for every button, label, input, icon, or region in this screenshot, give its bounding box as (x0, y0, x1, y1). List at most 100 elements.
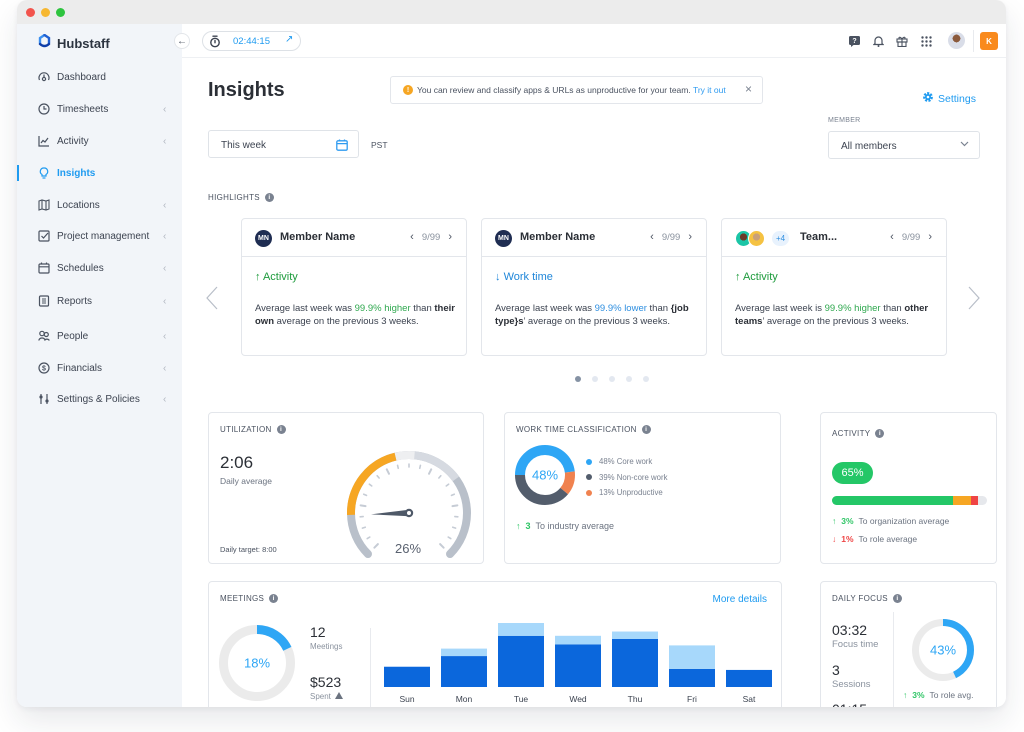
chevron-left-icon[interactable]: ‹ (163, 136, 166, 147)
chevron-left-icon[interactable]: ‹ (163, 363, 166, 374)
x-tick-label: Sun (399, 694, 414, 704)
chevron-left-icon[interactable]: ‹ (163, 104, 166, 115)
legend-item: 39% Non-core work (586, 470, 667, 486)
sidebar-item-label: Timesheets (57, 103, 109, 115)
collapse-sidebar-button[interactable]: ← (174, 33, 190, 49)
sidebar-item-activity[interactable]: Activity ‹ (17, 129, 182, 153)
pagination-dot[interactable] (592, 376, 598, 382)
info-icon[interactable]: i (269, 594, 279, 603)
pager-prev-button[interactable]: ‹ (410, 231, 414, 243)
activity-trend: ↑ 3% To organization average (832, 516, 949, 526)
sidebar-item-people[interactable]: People ‹ (17, 324, 182, 348)
trend-up-icon: ↑ (903, 690, 908, 700)
pagination-dot[interactable] (609, 376, 615, 382)
donut-center-label: 48% (532, 468, 558, 483)
sidebar-item-dashboard[interactable]: Dashboard (17, 65, 182, 89)
chevron-left-icon[interactable]: ‹ (163, 263, 166, 274)
sidebar-item-insights[interactable]: Insights (17, 161, 182, 185)
gear-icon (922, 91, 934, 106)
main-content: Insights ! You can review and classify a… (182, 58, 1006, 707)
sidebar-item-reports[interactable]: Reports ‹ (17, 289, 182, 313)
chevron-left-icon[interactable]: ‹ (163, 231, 166, 242)
organization-avatar[interactable]: K (980, 32, 998, 50)
pager-prev-button[interactable]: ‹ (890, 231, 894, 243)
meetings-count: 12 (310, 624, 326, 640)
gauge-tick (447, 536, 452, 540)
warning-triangle-icon[interactable] (334, 692, 343, 701)
highlights-prev-button[interactable] (206, 286, 218, 317)
chevron-left-icon[interactable]: ‹ (163, 296, 166, 307)
gauge-tick (373, 543, 379, 549)
chevron-left-icon[interactable]: ‹ (163, 200, 166, 211)
sidebar-item-timesheets[interactable]: Timesheets ‹ (17, 97, 182, 121)
highlight-card: +4 Team... ‹ 9/99 › ↑ Activity Average last we… (721, 218, 947, 356)
pagination-dot[interactable] (626, 376, 632, 382)
svg-text:?: ? (852, 38, 856, 45)
chevron-left-icon[interactable]: ‹ (163, 394, 166, 405)
window-maximize-button[interactable] (56, 8, 65, 17)
sidebar-item-schedules[interactable]: Schedules ‹ (17, 256, 182, 280)
highlights-next-button[interactable] (968, 286, 980, 317)
gauge-tick (361, 526, 367, 529)
member-select-value: All members (841, 141, 897, 152)
banner-message: You can review and classify apps & URLs … (417, 85, 726, 95)
window-titlebar (17, 0, 1006, 24)
info-icon[interactable]: i (264, 193, 274, 202)
timer-widget[interactable]: 02:44:15 ↗ (202, 31, 301, 51)
bell-icon[interactable] (871, 34, 885, 48)
trend-text: To industry average (535, 521, 615, 531)
window-minimize-button[interactable] (41, 8, 50, 17)
apps-grid-icon[interactable] (919, 34, 933, 48)
sidebar-item-project-management[interactable]: Project management ‹ (17, 224, 182, 248)
utilization-subtitle: Daily average (220, 476, 272, 486)
legend-swatch (586, 458, 592, 465)
window-close-button[interactable] (26, 8, 35, 17)
highlight-metric: ↓ Work time (495, 271, 553, 283)
close-icon[interactable]: × (745, 82, 752, 96)
pager-next-button[interactable]: › (928, 231, 932, 243)
highlight-subject-name[interactable]: Member Name (280, 231, 355, 243)
info-icon[interactable]: i (875, 429, 885, 438)
app-logo[interactable]: Hubstaff (37, 33, 110, 53)
legend-label: 48% Core work (599, 457, 653, 467)
svg-text:$: $ (42, 365, 46, 372)
open-timer-icon[interactable]: ↗ (285, 34, 293, 45)
highlight-subject-name[interactable]: Member Name (520, 231, 595, 243)
activity-card: ACTIVITY i 65% ↑ 3% To organization averag… (820, 412, 997, 564)
sidebar-item-label: Schedules (57, 262, 104, 274)
gift-icon[interactable] (895, 34, 909, 48)
member-select[interactable]: All members (828, 131, 980, 159)
user-avatar-photo[interactable] (948, 32, 965, 49)
try-it-out-link[interactable]: Try it out (693, 85, 726, 95)
sidebar-item-settings-policies[interactable]: Settings & Policies ‹ (17, 387, 182, 411)
help-icon[interactable]: ? (847, 34, 861, 48)
sidebar-item-financials[interactable]: $ Financials ‹ (17, 356, 182, 380)
legend-label: 39% Non-core work (599, 472, 668, 482)
pager-prev-button[interactable]: ‹ (650, 231, 654, 243)
highlight-change-value: 99.9% higher (354, 303, 411, 314)
sidebar-item-label: Project management (57, 230, 150, 242)
work-time-donut: 48% (515, 445, 575, 505)
gauge-segment-target (394, 451, 415, 461)
top-icons: ? K (846, 24, 1006, 58)
chevron-left-icon[interactable]: ‹ (163, 331, 166, 342)
extra-members-badge[interactable]: +4 (772, 231, 790, 246)
hubstaff-logo-icon (37, 33, 52, 53)
sidebar-item-locations[interactable]: Locations ‹ (17, 193, 182, 217)
settings-link[interactable]: Settings (922, 91, 976, 106)
info-icon[interactable]: i (641, 425, 651, 434)
member-avatar: MN (495, 230, 512, 247)
info-icon[interactable]: i (276, 425, 286, 434)
info-icon[interactable]: i (892, 594, 902, 603)
pagination-dot[interactable] (643, 376, 649, 382)
more-details-link[interactable]: More details (713, 594, 767, 605)
calendar-icon[interactable] (336, 138, 348, 156)
bar-additional (555, 635, 601, 645)
pager-next-button[interactable]: › (448, 231, 452, 243)
meetings-card: MEETINGS i More details 18% 12 Meetings … (208, 581, 782, 707)
pager-next-button[interactable]: › (688, 231, 692, 243)
highlight-subject-name[interactable]: Team... (800, 231, 837, 243)
pagination-dot[interactable] (575, 376, 581, 382)
gauge-tick (451, 526, 457, 529)
date-range-picker[interactable]: This week (208, 130, 359, 158)
